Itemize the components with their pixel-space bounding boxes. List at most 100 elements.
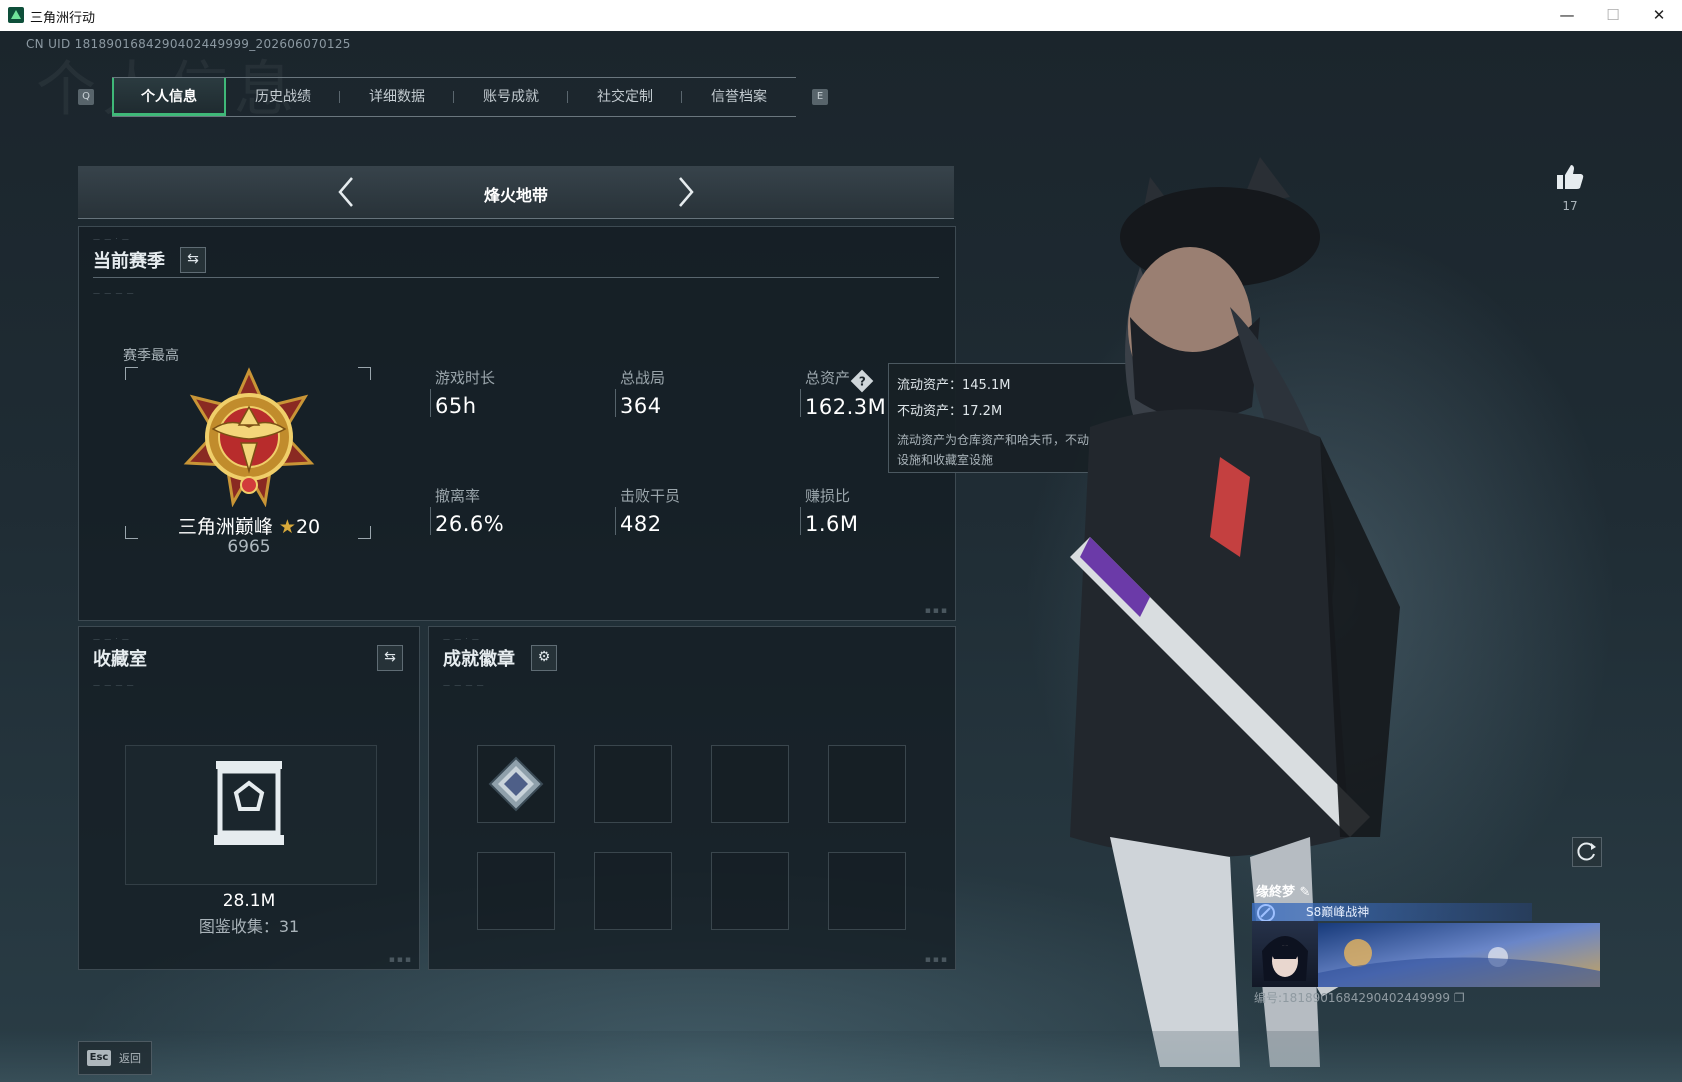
badge-settings-button[interactable]: ⚙ — [531, 645, 557, 671]
tab-detail-data[interactable]: 详细数据 — [340, 78, 454, 116]
player-card: 缘終梦 ✎ S8巅峰战神 编号:1818901684290402449999 ❐ — [1248, 879, 1602, 1023]
tab-credit-record[interactable]: 信誉档案 — [682, 78, 796, 116]
badge-slot-empty[interactable] — [594, 852, 672, 930]
rank-score: 6965 — [227, 537, 271, 557]
swap-season-button[interactable]: ⇆ — [180, 247, 206, 273]
stat-label: 总战局 — [620, 369, 666, 387]
panel-corner-dots: ▪▪▪ — [388, 955, 413, 965]
panel-corner-dots: ▪▪▪ — [924, 606, 949, 616]
esc-key: Esc — [87, 1050, 111, 1066]
stat-divider — [430, 507, 431, 535]
star-icon: ★ — [278, 516, 296, 538]
edit-icon[interactable]: ✎ — [1300, 885, 1311, 900]
close-button[interactable]: ✕ — [1636, 0, 1682, 31]
maximize-button[interactable]: ☐ — [1590, 0, 1636, 31]
next-mode-button[interactable] — [670, 174, 700, 210]
panel-corner-dots: ▪▪▪ — [924, 955, 949, 965]
stat-total-assets: 总资产? 162.3M — [800, 367, 887, 419]
app-icon — [8, 7, 24, 23]
panel-decoration: — — — — — [443, 681, 485, 689]
key-hint-q: Q — [78, 89, 94, 105]
stat-divider — [615, 389, 616, 417]
player-name: 缘終梦 — [1256, 885, 1296, 900]
stat-profit-ratio: 赚损比 1.6M — [800, 485, 859, 536]
stat-label: 游戏时长 — [435, 369, 496, 387]
avatar-image — [1262, 936, 1308, 981]
gear-icon: ⚙ — [537, 649, 551, 665]
help-icon[interactable]: ? — [850, 369, 874, 393]
refresh-icon — [1577, 842, 1596, 861]
stat-extraction-rate: 撤离率 26.6% — [430, 485, 505, 536]
title-bar — [1252, 903, 1532, 921]
stat-play-time: 游戏时长 65h — [430, 367, 496, 418]
title-divider — [93, 277, 939, 278]
season-panel: — — · — 当前赛季 ⇆ — — — — 赛季最高 三角洲巅峰 ★20 69 — [78, 226, 956, 621]
collection-title: 收藏室 — [93, 649, 147, 670]
stat-divider — [430, 389, 431, 417]
bottom-bar — [0, 1031, 1682, 1082]
window-title: 三角洲行动 — [30, 11, 96, 26]
badge-slot-empty[interactable] — [594, 745, 672, 823]
tab-social[interactable]: 社交定制 — [568, 78, 682, 116]
stat-total-matches: 总战局 364 — [615, 367, 666, 418]
stat-label: 赚损比 — [805, 487, 851, 505]
title-badge-icon — [1257, 904, 1275, 922]
panel-decoration: — — · — — [93, 635, 130, 643]
player-name-line: 缘終梦 ✎ — [1256, 881, 1310, 900]
profile-banner-image — [1318, 923, 1600, 987]
mode-selector: 烽火地带 — [78, 166, 954, 219]
badge-slot-empty[interactable] — [477, 852, 555, 930]
key-hint-e: E — [812, 89, 828, 105]
player-id-line: 编号:1818901684290402449999 ❐ — [1254, 989, 1465, 1006]
badge-slot-filled[interactable] — [477, 745, 555, 823]
thumbs-up-icon — [1557, 165, 1584, 189]
minimize-button[interactable]: — — [1544, 0, 1590, 31]
badges-title: 成就徽章 — [443, 649, 515, 670]
stat-label: 总资产 — [805, 369, 851, 387]
stat-value: 65h — [435, 394, 477, 418]
collection-count: 图鉴收集：31 — [198, 917, 300, 936]
stat-value: 162.3M — [805, 395, 887, 419]
like-button[interactable] — [1554, 161, 1586, 193]
frame-corner — [358, 367, 371, 380]
rank-name-line: 三角洲巅峰 ★20 — [79, 512, 419, 539]
badge-diamond-icon — [488, 756, 544, 812]
stat-value: 26.6% — [435, 512, 505, 536]
window-titlebar: 三角洲行动 — ☐ ✕ — [0, 0, 1682, 32]
stat-value: 1.6M — [805, 512, 859, 536]
season-title: 当前赛季 — [93, 251, 165, 272]
tab-achievements[interactable]: 账号成就 — [454, 78, 568, 116]
refresh-button[interactable] — [1572, 837, 1602, 867]
season-best-label: 赛季最高 — [123, 348, 179, 364]
player-id: 编号:1818901684290402449999 — [1254, 991, 1451, 1005]
display-case-icon — [214, 761, 284, 845]
frame-corner — [125, 367, 138, 380]
back-button[interactable]: Esc 返回 — [78, 1041, 152, 1075]
tab-history[interactable]: 历史战绩 — [226, 78, 340, 116]
stat-label: 击败干员 — [620, 487, 681, 505]
swap-collection-button[interactable]: ⇆ — [377, 645, 403, 671]
tab-bar: 个人信息 历史战绩 详细数据 账号成就 社交定制 信誉档案 — [112, 77, 796, 117]
panel-decoration: — — · — — [93, 235, 130, 243]
stat-divider — [615, 507, 616, 535]
badge-slot-empty[interactable] — [711, 745, 789, 823]
back-label: 返回 — [119, 1052, 141, 1065]
badge-slot-empty[interactable] — [828, 745, 906, 823]
player-title: S8巅峰战神 — [1306, 905, 1370, 919]
badges-panel: — — · — 成就徽章 ⚙ — — — — ▪▪▪ — [428, 626, 956, 970]
badge-slot-empty[interactable] — [828, 852, 906, 930]
tab-personal-info[interactable]: 个人信息 — [112, 78, 226, 116]
stat-kills: 击败干员 482 — [615, 485, 681, 536]
panel-decoration: — — — — — [93, 289, 135, 297]
like-count: 17 — [1562, 199, 1578, 213]
panel-decoration: — — · — — [443, 635, 480, 643]
avatar[interactable] — [1252, 921, 1318, 987]
rank-stars: 20 — [295, 516, 321, 538]
mode-title: 烽火地带 — [483, 186, 548, 205]
badge-slot-empty[interactable] — [711, 852, 789, 930]
stat-divider — [800, 507, 801, 535]
collection-panel: — — · — 收藏室 ⇆ — — — — 28.1M 图鉴收集：31 ▪▪▪ — [78, 626, 420, 970]
stat-value: 364 — [620, 394, 662, 418]
copy-icon[interactable]: ❐ — [1454, 991, 1465, 1005]
tooltip-fixed-assets: 不动资产：17.2M — [897, 404, 1003, 419]
